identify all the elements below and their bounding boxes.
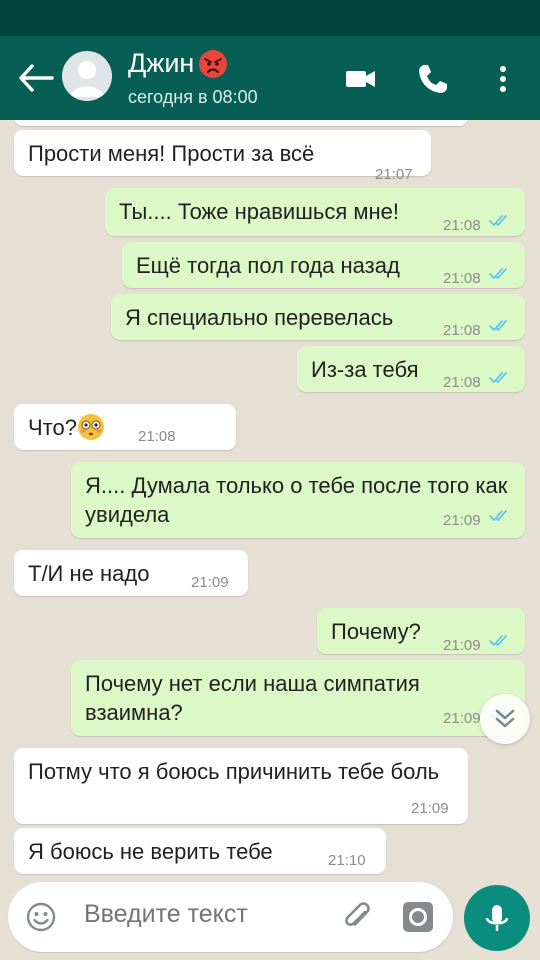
- chat-header: Джин сегодня в 08:00: [0, 36, 540, 120]
- incoming-message[interactable]: Я боюсь не верить тебе 21:10: [14, 828, 386, 874]
- double-check-icon: [489, 372, 507, 383]
- message-timestamp: 21:09: [443, 710, 481, 727]
- message-text: Из-за тебя: [311, 357, 419, 382]
- message-input-pill: [8, 882, 453, 952]
- double-check-icon: [489, 320, 507, 331]
- outgoing-message[interactable]: Я специально перевелась 21:08: [111, 294, 525, 340]
- message-timestamp: 21:09: [443, 637, 481, 654]
- scroll-down-button[interactable]: [480, 694, 530, 744]
- incoming-message[interactable]: Что? 21:08: [14, 404, 236, 450]
- message-text: Почему?: [331, 619, 421, 644]
- message-input[interactable]: [84, 900, 324, 929]
- composer-bar: [0, 882, 540, 960]
- message-timestamp: 21:08: [443, 374, 481, 391]
- message-text: Потму что я боюсь причинить тебе боль: [28, 759, 440, 784]
- contact-name: Джин: [128, 48, 195, 78]
- message-timestamp: 21:09: [191, 574, 229, 591]
- incoming-message[interactable]: Т/И не надо 21:09: [14, 550, 248, 596]
- contact-name-row[interactable]: Джин: [128, 48, 228, 79]
- outgoing-message[interactable]: Ещё тогда пол года назад 21:08: [122, 242, 525, 288]
- message-timestamp: 21:10: [328, 852, 366, 869]
- message-text: Я специально перевелась: [125, 305, 394, 330]
- message-list[interactable]: Прости меня! Прости за всё 21:07 Ты.... То…: [0, 120, 540, 882]
- message-text: Я боюсь не верить тебе: [28, 839, 273, 864]
- message-timestamp: 21:08: [138, 428, 176, 445]
- double-check-icon: [489, 510, 507, 521]
- incoming-message[interactable]: Потму что я боюсь причинить тебе боль 21:…: [14, 748, 468, 824]
- flushed-face-emoji: [77, 414, 104, 440]
- message-timestamp: 21:09: [443, 512, 481, 529]
- double-check-icon: [489, 268, 507, 279]
- attach-icon[interactable]: [340, 899, 376, 935]
- previous-message-fragment: [14, 120, 468, 126]
- message-timestamp: 21:08: [443, 322, 481, 339]
- camera-icon[interactable]: [400, 899, 436, 935]
- outgoing-message[interactable]: Почему? 21:09: [317, 608, 525, 654]
- double-check-icon: [489, 635, 507, 646]
- message-text: Ещё тогда пол года назад: [136, 253, 400, 278]
- message-text: Что?: [28, 413, 222, 442]
- message-timestamp: 21:09: [411, 800, 449, 817]
- scroll-down-icon: [495, 709, 515, 728]
- message-text: Ты.... Тоже нравишься мне!: [119, 199, 399, 224]
- message-timestamp: 21:08: [443, 217, 481, 234]
- last-seen-status: сегодня в 08:00: [128, 87, 258, 107]
- video-call-icon[interactable]: [344, 62, 378, 96]
- status-bar: [0, 0, 540, 36]
- message-timestamp: 21:08: [443, 270, 481, 287]
- emoji-icon[interactable]: [25, 901, 57, 933]
- incoming-message[interactable]: Прости меня! Прости за всё 21:07: [14, 130, 431, 183]
- angry-face-emoji: [199, 49, 228, 78]
- double-check-icon: [489, 215, 507, 226]
- avatar[interactable]: [62, 51, 112, 101]
- outgoing-message[interactable]: Почему нет если наша симпатия взаимна? 21…: [71, 660, 525, 736]
- outgoing-message[interactable]: Я.... Думала только о тебе после того ка…: [71, 462, 525, 538]
- more-options-icon[interactable]: [486, 62, 520, 96]
- avatar-icon: [70, 61, 104, 97]
- voice-message-button[interactable]: [464, 885, 530, 951]
- back-arrow-icon[interactable]: [16, 62, 56, 94]
- outgoing-message[interactable]: Ты.... Тоже нравишься мне! 21:08: [105, 188, 525, 236]
- phone-call-icon[interactable]: [416, 62, 450, 96]
- outgoing-message[interactable]: Из-за тебя 21:08: [297, 346, 525, 392]
- mic-icon: [485, 905, 509, 931]
- message-timestamp: 21:07: [375, 166, 413, 183]
- message-text: Прости меня! Прости за всё: [28, 141, 315, 166]
